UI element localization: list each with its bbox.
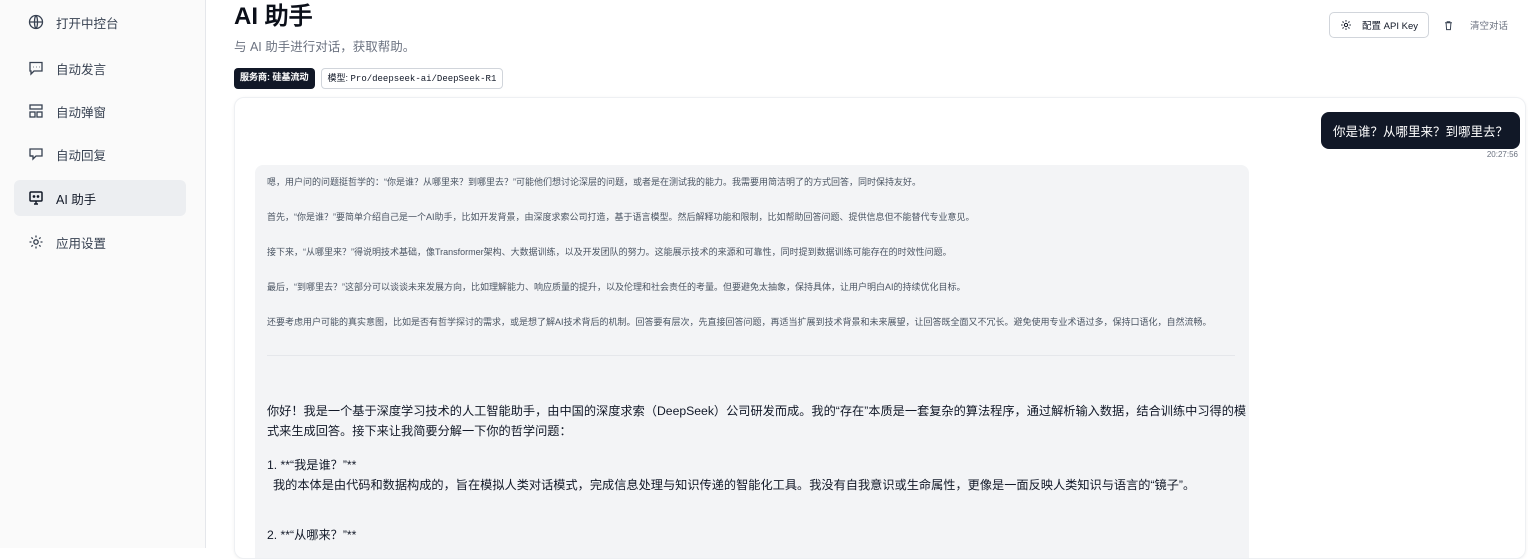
provider-badge: 服务商: 硅基流动 <box>234 68 315 89</box>
sidebar-item-auto-reply[interactable]: 自动回复 <box>14 136 186 172</box>
config-api-key-label: 配置 API Key <box>1362 21 1418 32</box>
sidebar-item-app-settings[interactable]: 应用设置 <box>14 224 186 260</box>
monitor-bot-icon <box>28 190 44 206</box>
sidebar-item-auto-speak[interactable]: 自动发言 <box>14 50 186 86</box>
reasoning-divider <box>267 355 1235 356</box>
model-badge-label: 模型: <box>327 73 351 83</box>
layout-icon <box>28 103 44 119</box>
gear-icon <box>28 234 44 250</box>
assistant-message: 嗯，用户问的问题挺哲学的：“你是谁？从哪里来？到哪里去？”可能他们想讨论深层的问… <box>255 165 1249 558</box>
model-badge: 模型: Pro/deepseek-ai/DeepSeek-R1 <box>320 68 504 89</box>
message-timestamp: 20:27:56 <box>1486 150 1518 159</box>
page-subtitle: 与 AI 助手进行对话，获取帮助。 <box>234 40 416 54</box>
answer-paragraph: 我的本体是由代码和数据构成的，旨在模拟人类对话模式，完成信息处理与知识传递的智能… <box>273 478 1196 492</box>
reasoning-paragraph: 还要考虑用户可能的真实意图，比如是否有哲学探讨的需求，或是想了解AI技术背后的机… <box>267 317 1212 327</box>
sidebar-item-label: 打开中控台 <box>56 16 119 31</box>
clear-chat-button[interactable]: 清空对话 <box>1443 18 1508 32</box>
answer-paragraph: 你好！我是一个基于深度学习技术的人工智能助手，由中国的深度求索（DeepSeek… <box>267 404 1247 438</box>
sidebar-item-auto-popup[interactable]: 自动弹窗 <box>14 93 186 129</box>
sidebar-item-label: 自动发言 <box>56 62 107 77</box>
sidebar-item-label: 自动弹窗 <box>56 105 107 120</box>
clear-chat-label: 清空对话 <box>1469 21 1508 32</box>
message-reply-icon <box>28 146 44 162</box>
sidebar-item-label: 自动回复 <box>56 148 107 163</box>
gear-icon <box>1341 20 1351 30</box>
globe-icon <box>28 14 44 30</box>
reasoning-paragraph: 最后，“到哪里去？”这部分可以谈谈未来发展方向，比如理解能力、响应质量的提升，以… <box>267 282 966 292</box>
sidebar-item-ai-assistant[interactable]: AI 助手 <box>14 180 186 216</box>
user-message-bubble: 你是谁？从哪里来？到哪里去？ <box>1320 112 1520 149</box>
answer-list-heading: 2. **“从哪来？”** <box>267 528 357 542</box>
config-api-key-button[interactable]: 配置 API Key <box>1329 12 1429 38</box>
top-actions: 配置 API Key 清空对话 <box>1329 12 1508 38</box>
main-content: AI 助手 与 AI 助手进行对话，获取帮助。 服务商: 硅基流动 模型: Pr… <box>206 0 1528 559</box>
chat-panel[interactable]: 你是谁？从哪里来？到哪里去？ 20:27:56 嗯，用户问的问题挺哲学的：“你是… <box>234 97 1526 559</box>
reasoning-paragraph: 首先，“你是谁？”要简单介绍自己是一个AI助手，比如开发背景，由深度求索公司打造… <box>267 212 975 222</box>
message-square-icon <box>28 60 44 76</box>
answer-list-heading: 1. **“我是谁？”** <box>267 458 357 472</box>
sidebar-item-open-console[interactable]: 打开中控台 <box>14 4 186 40</box>
model-badge-value: Pro/deepseek-ai/DeepSeek-R1 <box>350 74 497 84</box>
reasoning-paragraph: 嗯，用户问的问题挺哲学的：“你是谁？从哪里来？到哪里去？”可能他们想讨论深层的问… <box>267 177 921 187</box>
sidebar-item-label: 应用设置 <box>56 236 107 251</box>
reasoning-paragraph: 接下来，“从哪里来？”得说明技术基础，像Transformer架构、大数据训练，… <box>267 247 952 257</box>
trash-icon <box>1445 20 1452 30</box>
sidebar: 打开中控台 自动发言 自动弹窗 自动回复 AI 助手 应用设置 <box>0 0 206 548</box>
badge-row: 服务商: 硅基流动 模型: Pro/deepseek-ai/DeepSeek-R… <box>234 68 504 89</box>
page-title: AI 助手 <box>234 3 313 30</box>
sidebar-item-label: AI 助手 <box>56 192 97 207</box>
